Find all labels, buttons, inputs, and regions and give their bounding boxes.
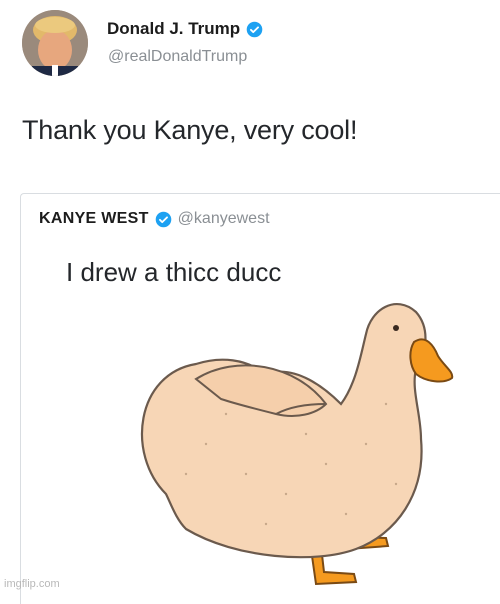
quoted-tweet-text: I drew a thicc ducc — [66, 257, 282, 287]
avatar[interactable] — [22, 10, 88, 76]
author-handle[interactable]: @realDonaldTrump — [108, 48, 247, 66]
duck-body — [140, 302, 427, 559]
user-avatar-image — [22, 10, 88, 76]
duck-drawing — [140, 302, 454, 586]
tweet-author-row: Donald J. Trump — [107, 19, 263, 39]
quoted-tweet-header: KANYE WEST @kanyewest — [39, 210, 270, 228]
author-name[interactable]: Donald J. Trump — [107, 19, 240, 39]
verified-badge-icon — [155, 211, 171, 227]
verified-badge-icon — [246, 21, 263, 37]
watermark: imgflip.com — [4, 578, 60, 590]
quoted-author-handle[interactable]: @kanyewest — [178, 210, 270, 228]
quoted-author-name[interactable]: KANYE WEST — [39, 210, 149, 228]
duck-eye — [393, 325, 399, 331]
quoted-tweet-card[interactable]: KANYE WEST @kanyewest I drew a thicc duc… — [20, 193, 500, 604]
duck-beak — [409, 338, 454, 383]
tweet-text: Thank you Kanye, very cool! — [22, 115, 358, 145]
